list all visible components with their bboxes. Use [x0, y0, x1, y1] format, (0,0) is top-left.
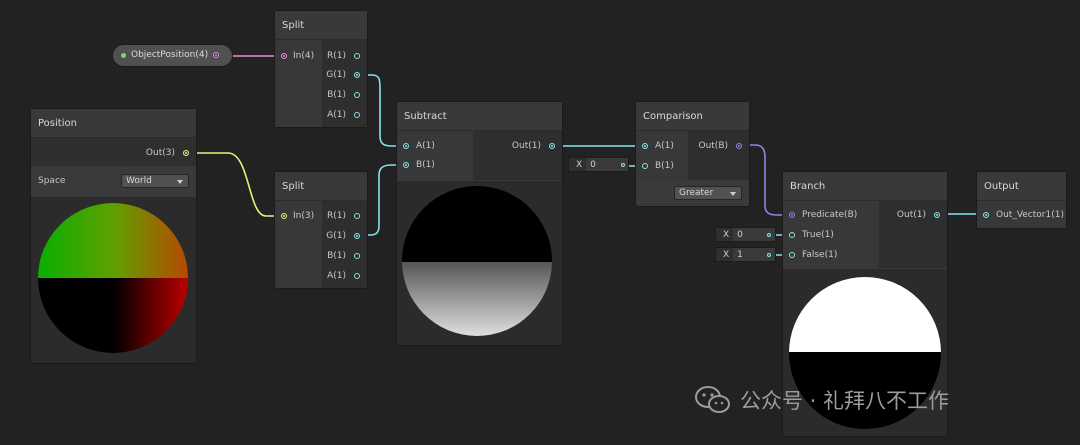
- output-port-g[interactable]: G(1): [326, 228, 360, 244]
- node-header: Split: [275, 172, 367, 201]
- wechat-icon: [695, 386, 730, 413]
- preview-sphere: [38, 203, 188, 353]
- input-port-b[interactable]: B(1): [642, 158, 674, 174]
- property-output-port[interactable]: [213, 52, 219, 58]
- node-header: Split: [275, 11, 367, 40]
- node-header: Subtract: [397, 102, 562, 131]
- output-port-b[interactable]: B(1): [327, 87, 360, 103]
- output-column: R(1) G(1) B(1) A(1): [322, 201, 367, 288]
- space-row: Space World: [31, 167, 196, 195]
- output-column: Out(3): [31, 138, 196, 166]
- preview-panel: [397, 181, 562, 345]
- node-title: Output: [984, 181, 1019, 192]
- input-port-a[interactable]: A(1): [642, 138, 674, 154]
- comparison-node[interactable]: Comparison A(1) B(1) Out(B) Greater: [636, 102, 749, 206]
- input-column: A(1) B(1): [397, 131, 473, 180]
- node-title: Split: [282, 181, 305, 192]
- wire-position-to-split: [186, 152, 284, 217]
- port-connector-icon: [281, 213, 287, 219]
- comparison-b-value-field[interactable]: X 0: [568, 157, 629, 172]
- node-title: Comparison: [643, 111, 703, 122]
- output-port-a[interactable]: A(1): [327, 268, 360, 284]
- output-port-out[interactable]: Out(B): [698, 138, 742, 154]
- watermark: 公众号 · 礼拜八不工作: [694, 385, 949, 415]
- output-column: Out(B): [688, 131, 749, 180]
- input-port-b[interactable]: B(1): [403, 157, 435, 173]
- input-column: Predicate(B) True(1) False(1): [783, 201, 879, 268]
- input-port-a[interactable]: A(1): [403, 138, 435, 154]
- output-node[interactable]: Output Out_Vector1(1): [977, 172, 1066, 228]
- node-header: Branch: [783, 172, 947, 201]
- node-title: Position: [38, 118, 77, 129]
- output-column: R(1) G(1) B(1) A(1): [322, 40, 367, 127]
- comparison-b-value-port: [621, 163, 625, 167]
- split-node-top[interactable]: Split In(4) R(1) G(1) B(1) A(1): [275, 11, 367, 127]
- space-dropdown[interactable]: World: [121, 174, 189, 188]
- preview-sphere: [402, 186, 552, 336]
- subtract-node[interactable]: Subtract A(1) B(1) Out(1): [397, 102, 562, 345]
- chevron-down-icon: [177, 180, 183, 184]
- input-column: In(3): [275, 201, 322, 288]
- input-port-in[interactable]: In(4): [281, 48, 314, 64]
- input-port-true[interactable]: True(1): [789, 227, 834, 243]
- output-port-r[interactable]: R(1): [327, 48, 360, 64]
- node-header: Comparison: [636, 102, 749, 131]
- preview-panel: [31, 197, 196, 363]
- node-header: Position: [31, 109, 196, 138]
- node-title: Branch: [790, 181, 826, 192]
- port-connector-icon: [183, 150, 189, 156]
- comparison-mode-dropdown[interactable]: Greater: [674, 186, 742, 200]
- node-title: Split: [282, 20, 305, 31]
- input-port-in[interactable]: In(3): [281, 208, 314, 224]
- split-node-bottom[interactable]: Split In(3) R(1) G(1) B(1) A(1): [275, 172, 367, 288]
- input-port-out-vector1[interactable]: Out_Vector1(1): [983, 207, 1064, 223]
- output-port-out[interactable]: Out(1): [897, 207, 940, 223]
- branch-true-value-port: [767, 233, 771, 237]
- input-column: A(1) B(1): [636, 131, 688, 180]
- output-port-a[interactable]: A(1): [327, 107, 360, 123]
- property-indicator-icon: [121, 53, 126, 58]
- position-node[interactable]: Position Out(3) Space World: [31, 109, 196, 363]
- output-port-out[interactable]: Out(3): [146, 145, 189, 161]
- input-port-predicate[interactable]: Predicate(B): [789, 207, 857, 223]
- node-header: Output: [977, 172, 1066, 201]
- input-column: In(4): [275, 40, 322, 127]
- input-port-false[interactable]: False(1): [789, 247, 837, 263]
- output-port-r[interactable]: R(1): [327, 208, 360, 224]
- input-column: Out_Vector1(1): [977, 201, 1066, 228]
- output-column: Out(1): [879, 201, 947, 268]
- output-port-b[interactable]: B(1): [327, 248, 360, 264]
- port-connector-icon: [281, 53, 287, 59]
- branch-false-value-port: [767, 253, 771, 257]
- output-column: Out(1): [473, 131, 562, 180]
- space-label: Space: [38, 176, 66, 186]
- output-port-g[interactable]: G(1): [326, 67, 360, 83]
- property-node-objectposition[interactable]: ObjectPosition(4): [113, 45, 232, 66]
- output-port-out[interactable]: Out(1): [512, 138, 555, 154]
- watermark-text: 公众号 · 礼拜八不工作: [740, 389, 950, 413]
- chevron-down-icon: [730, 192, 736, 196]
- node-title: Subtract: [404, 111, 447, 122]
- property-label: ObjectPosition(4): [131, 50, 209, 60]
